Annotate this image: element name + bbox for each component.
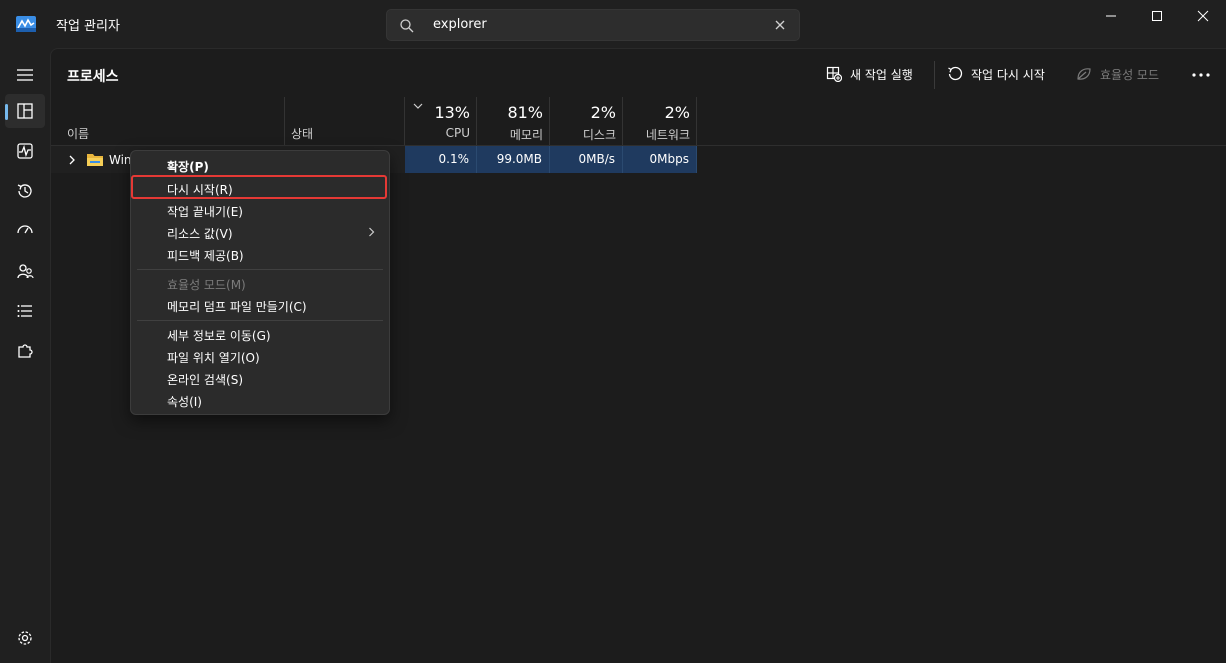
column-header-status[interactable]: 상태 (285, 97, 405, 145)
title-bar: 작업 관리자 explorer (0, 0, 1226, 48)
search-box[interactable]: explorer (386, 9, 800, 41)
new-task-icon (826, 66, 842, 82)
toolbar-divider (934, 61, 935, 89)
menu-divider (137, 269, 383, 270)
menu-item-resource-values[interactable]: 리소스 값(V) (167, 225, 233, 242)
nav-app-history[interactable] (5, 174, 45, 208)
chevron-right-icon[interactable] (68, 155, 76, 165)
maximize-icon (1152, 11, 1162, 21)
details-list-icon (17, 305, 32, 317)
menu-item-expand[interactable]: 확장(P) (167, 158, 209, 175)
column-header-network[interactable]: 2% 네트워크 (623, 97, 697, 145)
leaf-icon (1077, 68, 1091, 80)
startup-speedometer-icon (17, 225, 33, 234)
restart-icon (948, 66, 963, 81)
efficiency-mode-button[interactable]: 효율성 모드 (1076, 61, 1159, 87)
column-header-cpu[interactable]: 13% CPU (405, 97, 477, 145)
column-header-memory[interactable]: 81% 메모리 (477, 97, 550, 145)
gear-icon (18, 631, 32, 645)
menu-item-go-to-details[interactable]: 세부 정보로 이동(G) (167, 327, 271, 344)
process-name: Win (109, 153, 132, 167)
menu-item-efficiency-mode: 효율성 모드(M) (167, 278, 246, 292)
row-memory-cell: 99.0MB (477, 146, 550, 173)
close-icon (1197, 10, 1209, 22)
nav-settings[interactable] (5, 621, 45, 655)
file-explorer-folder-icon (87, 154, 103, 166)
network-label: 네트워크 (645, 128, 690, 142)
hamburger-icon (17, 69, 33, 81)
menu-item-search-online[interactable]: 온라인 검색(S) (167, 371, 243, 388)
column-header-name[interactable]: 이름 (51, 97, 285, 145)
context-menu: 확장(P) 다시 시작(R) 작업 끝내기(E) 리소스 값(V) 피드백 제공… (130, 150, 390, 415)
nav-performance[interactable] (5, 134, 45, 168)
nav-menu-button[interactable] (5, 58, 45, 92)
restart-task-label: 작업 다시 시작 (971, 67, 1045, 82)
page-title: 프로세스 (67, 69, 119, 85)
restart-task-button[interactable]: 작업 다시 시작 (947, 61, 1045, 87)
nav-details[interactable] (5, 294, 45, 328)
memory-total-percent: 81% (507, 103, 543, 122)
row-disk-cell: 0MB/s (550, 146, 623, 173)
disk-total-percent: 2% (590, 103, 616, 122)
submenu-chevron-right-icon (369, 227, 375, 237)
run-new-task-button[interactable]: 새 작업 실행 (826, 61, 913, 87)
row-network-cell: 0Mbps (623, 146, 697, 173)
maximize-button[interactable] (1134, 0, 1180, 32)
cpu-total-percent: 13% (434, 103, 470, 122)
menu-item-end-task[interactable]: 작업 끝내기(E) (167, 203, 243, 220)
menu-item-open-file-location[interactable]: 파일 위치 열기(O) (167, 349, 260, 366)
close-button[interactable] (1180, 0, 1226, 32)
search-input[interactable]: explorer (433, 17, 487, 32)
row-cpu-cell: 0.1% (405, 146, 477, 173)
performance-icon (17, 143, 33, 159)
cpu-label: CPU (445, 126, 470, 140)
menu-item-properties[interactable]: 속성(I) (167, 393, 202, 410)
nav-users[interactable] (5, 254, 45, 288)
disk-label: 디스크 (582, 128, 616, 142)
efficiency-mode-label: 효율성 모드 (1100, 67, 1160, 82)
minimize-icon (1106, 15, 1116, 17)
navigation-rail (0, 48, 50, 663)
menu-item-restart[interactable]: 다시 시작(R) (167, 181, 233, 198)
task-manager-app-icon (16, 16, 36, 32)
column-status-label: 상태 (291, 127, 314, 141)
menu-item-create-dump[interactable]: 메모리 덤프 파일 만들기(C) (167, 298, 307, 315)
nav-processes[interactable] (5, 94, 45, 128)
network-total-percent: 2% (664, 103, 690, 122)
nav-services[interactable] (5, 334, 45, 368)
clear-search-icon[interactable] (773, 18, 787, 32)
search-icon (400, 19, 414, 33)
column-header-disk[interactable]: 2% 디스크 (550, 97, 623, 145)
nav-startup-apps[interactable] (5, 214, 45, 248)
column-name-label: 이름 (67, 127, 90, 141)
run-new-task-label: 새 작업 실행 (850, 67, 913, 82)
menu-divider (137, 320, 383, 321)
services-puzzle-icon (18, 344, 33, 358)
users-icon (17, 264, 34, 279)
history-icon (17, 184, 32, 198)
minimize-button[interactable] (1088, 0, 1134, 32)
menu-item-provide-feedback[interactable]: 피드백 제공(B) (167, 247, 244, 264)
more-options-icon[interactable] (1189, 65, 1213, 85)
app-title: 작업 관리자 (56, 19, 120, 34)
processes-icon (17, 103, 33, 119)
memory-label: 메모리 (509, 128, 543, 142)
